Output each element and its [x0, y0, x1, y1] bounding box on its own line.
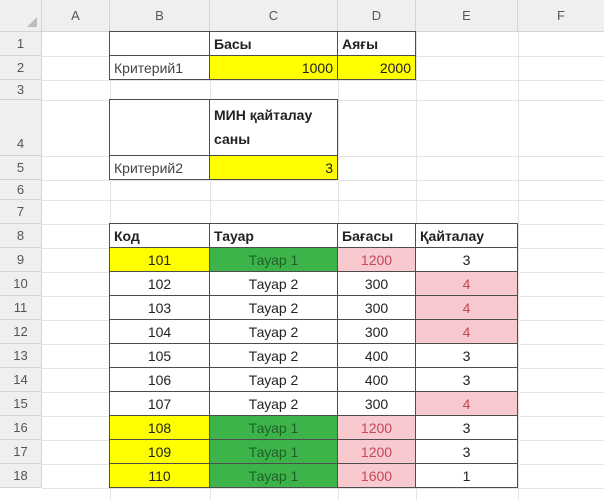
cell-criteria1-label[interactable]: Критерий1 — [109, 55, 210, 80]
cell-price[interactable]: 1600 — [337, 463, 416, 488]
cell-code[interactable]: 108 — [109, 415, 210, 440]
gridline — [518, 32, 519, 500]
cell-repeat[interactable]: 3 — [415, 367, 518, 392]
column-header-a[interactable]: A — [42, 0, 110, 32]
cell-price[interactable]: 1200 — [337, 439, 416, 464]
cell-code[interactable]: 110 — [109, 463, 210, 488]
gridline — [42, 200, 604, 201]
table-header-price[interactable]: Бағасы — [337, 223, 416, 248]
row-header[interactable]: 11 — [0, 296, 42, 320]
cell-code[interactable]: 107 — [109, 391, 210, 416]
row-header[interactable]: 15 — [0, 392, 42, 416]
cell-price[interactable]: 1200 — [337, 247, 416, 272]
cell-price[interactable]: 300 — [337, 295, 416, 320]
row-header[interactable]: 9 — [0, 248, 42, 272]
cell-repeat[interactable]: 1 — [415, 463, 518, 488]
cell-product[interactable]: Тауар 2 — [209, 319, 338, 344]
table-header-code[interactable]: Код — [109, 223, 210, 248]
cell-product[interactable]: Тауар 2 — [209, 295, 338, 320]
column-header-e[interactable]: E — [416, 0, 518, 32]
row-header[interactable]: 7 — [0, 200, 42, 224]
cell-min-repeat-header[interactable]: МИН қайталау саны — [209, 99, 338, 156]
row-header[interactable]: 4 — [0, 100, 42, 156]
cell-b1[interactable] — [109, 31, 210, 56]
cell-code[interactable]: 103 — [109, 295, 210, 320]
row-header[interactable]: 12 — [0, 320, 42, 344]
row-header[interactable]: 1 — [0, 32, 42, 56]
cell-code[interactable]: 104 — [109, 319, 210, 344]
cell-repeat[interactable]: 3 — [415, 439, 518, 464]
cell-product[interactable]: Тауар 2 — [209, 343, 338, 368]
cell-product[interactable]: Тауар 2 — [209, 367, 338, 392]
column-header-c[interactable]: C — [210, 0, 338, 32]
cell-product[interactable]: Тауар 2 — [209, 271, 338, 296]
cell-repeat[interactable]: 4 — [415, 391, 518, 416]
row-header[interactable]: 3 — [0, 80, 42, 100]
row-header[interactable]: 14 — [0, 368, 42, 392]
row-header[interactable]: 13 — [0, 344, 42, 368]
cell-repeat[interactable]: 3 — [415, 343, 518, 368]
cell-product[interactable]: Тауар 1 — [209, 463, 338, 488]
cell-repeat[interactable]: 3 — [415, 247, 518, 272]
gridline — [42, 80, 604, 81]
row-header[interactable]: 8 — [0, 224, 42, 248]
row-header[interactable]: 10 — [0, 272, 42, 296]
cell-repeat[interactable]: 3 — [415, 415, 518, 440]
cell-b4[interactable] — [109, 99, 210, 156]
table-header-product[interactable]: Тауар — [209, 223, 338, 248]
cell-product[interactable]: Тауар 1 — [209, 415, 338, 440]
cell-code[interactable]: 106 — [109, 367, 210, 392]
column-header-d[interactable]: D — [338, 0, 416, 32]
cell-code[interactable]: 105 — [109, 343, 210, 368]
column-header-b[interactable]: B — [110, 0, 210, 32]
cell-repeat[interactable]: 4 — [415, 271, 518, 296]
cell-price[interactable]: 300 — [337, 271, 416, 296]
row-header[interactable]: 6 — [0, 180, 42, 200]
cell-price[interactable]: 1200 — [337, 415, 416, 440]
cell-code[interactable]: 102 — [109, 271, 210, 296]
row-header[interactable]: 5 — [0, 156, 42, 180]
row-header[interactable]: 2 — [0, 56, 42, 80]
row-header[interactable]: 16 — [0, 416, 42, 440]
cell-end-value[interactable]: 2000 — [337, 55, 416, 80]
cell-criteria2-label[interactable]: Критерий2 — [109, 155, 210, 180]
cell-code[interactable]: 101 — [109, 247, 210, 272]
column-header-f[interactable]: F — [518, 0, 604, 32]
cell-product[interactable]: Тауар 1 — [209, 439, 338, 464]
cell-repeat[interactable]: 4 — [415, 319, 518, 344]
row-header[interactable]: 17 — [0, 440, 42, 464]
cell-product[interactable]: Тауар 1 — [209, 247, 338, 272]
cell-code[interactable]: 109 — [109, 439, 210, 464]
spreadsheet[interactable]: A B C D E F 1 2 3 4 5 6 7 8 9 10 11 12 1… — [0, 0, 604, 500]
gridline — [42, 180, 604, 181]
cell-start-header[interactable]: Басы — [209, 31, 338, 56]
cell-price[interactable]: 300 — [337, 391, 416, 416]
cell-price[interactable]: 400 — [337, 343, 416, 368]
select-all-corner[interactable] — [0, 0, 42, 32]
row-header[interactable]: 18 — [0, 464, 42, 488]
cell-price[interactable]: 400 — [337, 367, 416, 392]
cell-price[interactable]: 300 — [337, 319, 416, 344]
gridline — [42, 488, 604, 489]
cell-repeat[interactable]: 4 — [415, 295, 518, 320]
cell-start-value[interactable]: 1000 — [209, 55, 338, 80]
cell-end-header[interactable]: Аяғы — [337, 31, 416, 56]
table-header-repeat[interactable]: Қайталау — [415, 223, 518, 248]
cell-min-repeat-value[interactable]: 3 — [209, 155, 338, 180]
cell-product[interactable]: Тауар 2 — [209, 391, 338, 416]
